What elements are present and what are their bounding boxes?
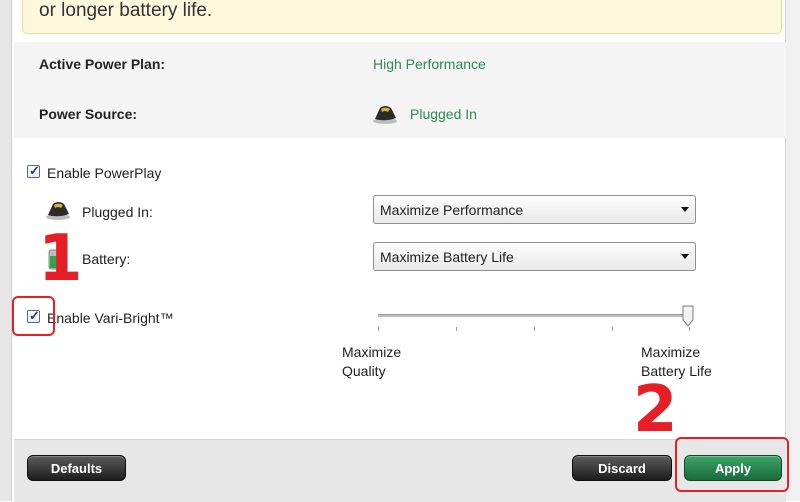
slider-tick: [534, 327, 535, 331]
chevron-down-icon: [681, 254, 689, 259]
step-2-highlight-box: [675, 437, 789, 492]
active-power-plan-label: Active Power Plan:: [39, 56, 166, 72]
power-source-value: Plugged In: [410, 106, 477, 122]
step-1-highlight-box: [12, 296, 55, 336]
defaults-button[interactable]: Defaults: [27, 455, 126, 481]
check-mark-icon: ✓: [29, 163, 40, 178]
step-1-annotation: 1: [38, 222, 83, 296]
plugged-in-label: Plugged In:: [82, 204, 153, 220]
slider-tick: [689, 327, 690, 331]
plugged-in-select[interactable]: Maximize Performance: [373, 195, 696, 224]
slider-tick: [378, 327, 379, 331]
enable-varibright-label: Enable Vari-Bright™: [47, 310, 174, 326]
enable-powerplay-label: Enable PowerPlay: [47, 165, 162, 181]
slider-min-caption-line1: Maximize: [342, 344, 402, 360]
battery-selected-value: Maximize Battery Life: [380, 249, 514, 265]
enable-powerplay-checkbox[interactable]: ✓: [27, 163, 40, 178]
discard-button[interactable]: Discard: [572, 455, 672, 481]
slider-tick: [456, 327, 457, 331]
info-notice: or longer battery life.: [22, 0, 782, 34]
slider-max-caption-line1: Maximize: [641, 344, 701, 360]
plug-icon: [46, 202, 70, 220]
battery-label: Battery:: [82, 251, 131, 267]
power-source-label: Power Source:: [39, 106, 138, 122]
step-2-annotation: 2: [633, 373, 678, 447]
slider-min-caption: Maximize Quality: [342, 343, 401, 381]
scrollbar[interactable]: [785, 0, 800, 501]
chevron-down-icon: [681, 207, 689, 212]
battery-select[interactable]: Maximize Battery Life: [373, 242, 696, 271]
varibright-slider-thumb[interactable]: [682, 305, 694, 327]
varibright-slider-track[interactable]: [378, 314, 690, 317]
slider-min-caption-line2: Quality: [342, 363, 386, 379]
plug-icon: [373, 106, 397, 124]
notice-text: or longer battery life.: [39, 0, 213, 21]
window-left-border: [0, 0, 12, 501]
slider-tick: [612, 327, 613, 331]
plugged-in-selected-value: Maximize Performance: [380, 202, 524, 218]
active-power-plan-value: High Performance: [373, 56, 486, 72]
